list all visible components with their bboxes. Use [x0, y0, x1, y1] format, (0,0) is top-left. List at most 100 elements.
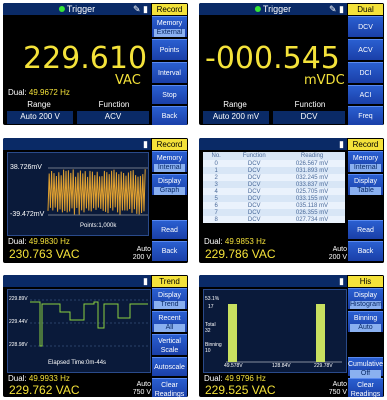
trigger-dot-icon — [58, 6, 65, 12]
softkey-acv[interactable]: ACV — [348, 39, 383, 60]
softkey-binning[interactable]: Binning Auto — [348, 311, 383, 332]
table-row[interactable]: 5 DCV 033.155 mV — [203, 195, 345, 202]
softkey-display[interactable]: Display Trend — [152, 288, 187, 309]
softkey-column: His Display Histogram Binning Auto Cumulat… — [347, 275, 384, 397]
softkey-aci[interactable]: ACI — [348, 85, 383, 104]
function-label: Function — [98, 100, 130, 109]
softkey-column: Record Memory Internal Display Graph Read … — [151, 138, 188, 263]
trigger-indicator: Trigger — [58, 3, 95, 15]
table-row[interactable]: 2 DCV 032.245 mV — [203, 174, 345, 181]
softkey-recent[interactable]: Recent All — [152, 311, 187, 332]
softkey-memory[interactable]: Memory Internal — [348, 151, 383, 172]
histogram-plot — [226, 304, 342, 363]
softkey-back[interactable]: Back — [152, 241, 187, 261]
function-value[interactable]: DCV — [273, 111, 345, 124]
trigger-indicator: Trigger — [254, 3, 291, 15]
histogram-bar-high — [316, 304, 325, 362]
menu-tag: Record — [348, 139, 383, 150]
menu-tag: His — [348, 276, 383, 287]
softkey-points[interactable]: Points — [152, 39, 187, 60]
battery-icon: ▮ — [339, 276, 344, 286]
binning-label: Binning 10 — [205, 342, 222, 354]
softkey-autoscale[interactable]: Autoscale — [152, 357, 187, 376]
y-bot-label: 228.98V — [9, 342, 28, 348]
probe-battery-icon: ✎ ▮ — [329, 4, 344, 14]
main-reading: 229.610 — [23, 41, 148, 76]
main-reading: 230.763 VAC — [9, 247, 80, 261]
softkey-column: Trend Display Trend Recent All Vertical Sc… — [151, 275, 188, 397]
histogram-area: 53.1% 17 Total 32 Binning 10 49.578V 128.8… — [203, 289, 347, 373]
softkey-back[interactable]: Back — [152, 106, 187, 125]
title-bar: Trigger ✎ ▮ — [3, 3, 151, 15]
dual-readout: Dual: 49.9830 Hz — [8, 237, 70, 246]
function-value[interactable]: ACV — [77, 111, 149, 124]
main-reading: 229.762 VAC — [9, 383, 80, 397]
panel-6-screen: ▮ His Display Histogram Binning Auto Cumul… — [199, 275, 384, 397]
range-label: Range — [27, 100, 51, 109]
softkey-display[interactable]: Display Graph — [152, 174, 187, 195]
softkey-freq[interactable]: Freq — [348, 106, 383, 125]
menu-tag: Record — [152, 4, 187, 15]
trigger-dot-icon — [254, 6, 261, 12]
main-unit: mVDC — [304, 73, 345, 88]
histogram-bar-low — [228, 304, 237, 362]
x3-label: 229.78V — [314, 363, 333, 369]
softkey-stop[interactable]: Stop — [152, 85, 187, 104]
points-label: Points:1,000k — [80, 223, 117, 229]
max-label: 38.726mV — [10, 164, 42, 171]
x2-label: 128.84V — [272, 363, 291, 369]
panel-4-screen: ▮ Record Memory Internal Display Table Rea… — [199, 138, 384, 263]
range-readout: Auto 200 V — [328, 246, 347, 261]
table-row[interactable]: 3 DCV 033.837 mV — [203, 181, 345, 188]
softkey-display[interactable]: Display Table — [348, 174, 383, 195]
softkey-column: Record Memory Internal Display Table Read … — [347, 138, 384, 263]
title-bar: ▮ — [199, 138, 347, 150]
table-row[interactable]: 7 DCV 026.355 mV — [203, 209, 345, 216]
panel-5-screen: ▮ Trend Display Trend Recent All Vertical … — [3, 275, 188, 397]
graph-area: 38.726mV -39.472mV Points:1,000k — [7, 152, 149, 236]
menu-tag: Dual — [348, 4, 383, 15]
probe-battery-icon: ✎ ▮ — [133, 4, 148, 14]
battery-icon: ▮ — [143, 139, 148, 149]
panel-3-screen: ▮ Record Memory Internal Display Graph Rea… — [3, 138, 188, 263]
table-row[interactable]: 4 DCV 025.705 mV — [203, 188, 345, 195]
title-bar: ▮ — [3, 275, 151, 287]
main-reading: 229.525 VAC — [205, 383, 276, 397]
softkey-interval[interactable]: Interval — [152, 62, 187, 83]
softkey-vertical-scale[interactable]: Vertical Scale — [152, 334, 187, 355]
x1-label: 49.578V — [224, 363, 243, 369]
y-top-label: 229.89V — [9, 296, 28, 302]
total-label: Total 32 — [205, 322, 216, 334]
softkey-back[interactable]: Back — [348, 241, 383, 261]
table-row[interactable]: 6 DCV 035.118 mV — [203, 202, 345, 209]
softkey-cumulative[interactable]: Cumulative Off — [348, 357, 383, 378]
panel-1-screen: Trigger ✎ ▮ Record Memory External Points… — [3, 3, 188, 125]
softkey-memory[interactable]: Memory Internal — [152, 151, 187, 172]
softkey-memory[interactable]: Memory External — [152, 16, 187, 37]
title-bar: Trigger ✎ ▮ — [199, 3, 347, 15]
softkey-dci[interactable]: DCI — [348, 62, 383, 83]
softkey-column: Record Memory External Points Interval St… — [151, 3, 188, 125]
range-value[interactable]: Auto 200 mV — [203, 111, 269, 124]
percent-label: 53.1% — [205, 296, 220, 302]
battery-icon: ▮ — [339, 139, 344, 149]
softkey-column: Dual DCV ACV DCI ACI Freq — [347, 3, 384, 125]
softkey-read[interactable]: Read — [152, 220, 187, 239]
range-value[interactable]: Auto 200 V — [7, 111, 73, 124]
main-unit: VAC — [115, 73, 141, 88]
range-readout: Auto 750 V — [132, 381, 151, 396]
count-label: 17 — [208, 304, 214, 310]
softkey-read[interactable]: Read — [348, 220, 383, 239]
trend-area: 229.89V 229.44V 228.98V Elapsed Time:0m-… — [7, 289, 151, 373]
softkey-display[interactable]: Display Histogram — [348, 288, 383, 309]
table-row[interactable]: 8 DCV 027.734 mV — [203, 216, 345, 223]
table-row[interactable]: 0 DCV 026.567 mV — [203, 160, 345, 167]
softkey-dcv[interactable]: DCV — [348, 16, 383, 37]
dual-readout: Dual: 49.9672 Hz — [8, 88, 70, 97]
title-bar: ▮ — [199, 275, 347, 287]
table-header: No. Function Reading — [211, 153, 324, 159]
waveform-trace — [47, 169, 146, 215]
softkey-clear-readings[interactable]: Clear Readings — [152, 378, 187, 397]
softkey-clear-readings[interactable]: Clear Readings — [348, 378, 383, 397]
table-row[interactable]: 1 DCV 031.893 mV — [203, 167, 345, 174]
